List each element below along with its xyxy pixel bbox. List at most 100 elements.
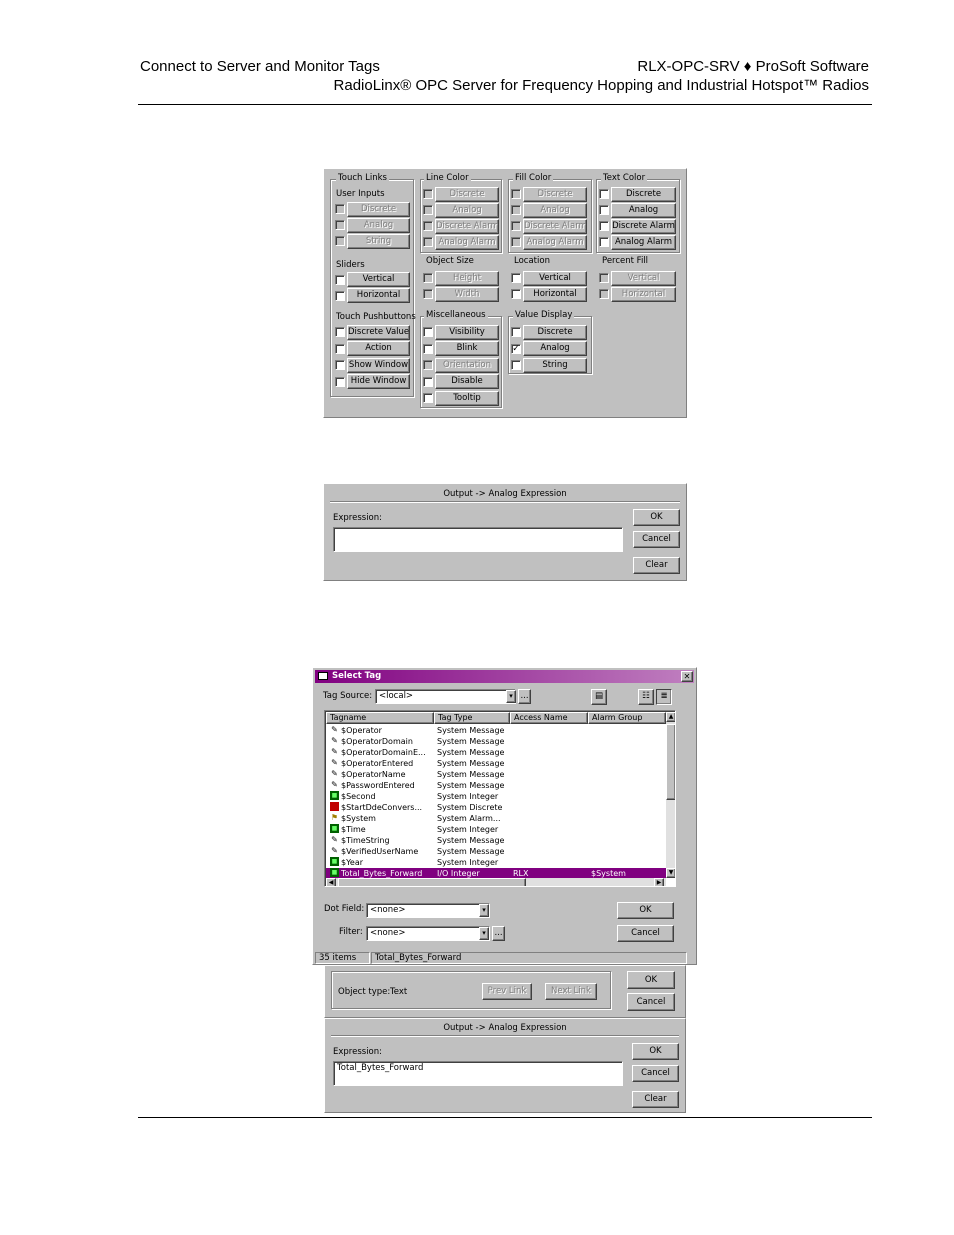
mi-orientation-checkbox[interactable] [423,360,433,370]
details-view-icon[interactable]: ≣ [656,689,672,705]
vd-string-button[interactable]: String [523,358,587,373]
ui-discrete-button[interactable]: Discrete [347,202,410,217]
hscroll-thumb[interactable] [338,878,526,886]
select-tag-cancel-button[interactable]: Cancel [617,925,674,942]
chevron-down-icon[interactable]: ▾ [479,904,489,917]
lc-analog-alarm-button[interactable]: Analog Alarm [435,235,499,250]
tc-analog-alarm-checkbox[interactable] [599,237,609,247]
lc-analog-checkbox[interactable] [423,205,433,215]
dot-field-select[interactable]: <none> [366,903,490,918]
list-view-icon[interactable]: ☷ [638,689,654,705]
clear-button[interactable]: Clear [632,1091,679,1108]
table-row[interactable]: ■ $Second System Integer [326,791,666,802]
tc-analog-alarm-button[interactable]: Analog Alarm [611,235,676,250]
vertical-scrollbar[interactable]: ▲ ▼ [666,712,675,878]
column-tag-type[interactable]: Tag Type [434,712,510,724]
ui-analog-button[interactable]: Analog [347,218,410,233]
lc-discrete-checkbox[interactable] [423,189,433,199]
vd-string-checkbox[interactable] [511,360,521,370]
lo-vertical-checkbox[interactable] [511,273,521,283]
table-row[interactable]: ■ $Time System Integer [326,824,666,835]
next-link-button[interactable]: Next Link [545,983,597,1000]
fc-analog-alarm-checkbox[interactable] [511,237,521,247]
clear-button[interactable]: Clear [633,557,680,574]
fc-discrete-alarm-checkbox[interactable] [511,221,521,231]
table-row[interactable]: ✎ $PasswordEntered System Message [326,780,666,791]
lo-horizontal-checkbox[interactable] [511,289,521,299]
scroll-right-icon[interactable]: ▶ [654,878,664,886]
cancel-button[interactable]: Cancel [632,1065,679,1082]
pf-vertical-checkbox[interactable] [599,273,609,283]
os-height-button[interactable]: Height [435,271,499,286]
fc-analog-button[interactable]: Analog [523,203,587,218]
tag-source-select[interactable]: <local> [375,689,516,704]
vd-discrete-checkbox[interactable] [511,327,521,337]
lo-vertical-button[interactable]: Vertical [523,271,587,286]
close-icon[interactable]: ✕ [681,671,693,682]
lc-discrete-alarm-button[interactable]: Discrete Alarm [435,219,499,234]
fc-discrete-button[interactable]: Discrete [523,187,587,202]
scroll-up-icon[interactable]: ▲ [666,712,675,722]
fc-discrete-checkbox[interactable] [511,189,521,199]
link-ok-button[interactable]: OK [627,971,675,989]
mi-visibility-checkbox[interactable] [423,327,433,337]
ok-button[interactable]: OK [632,1043,679,1060]
tc-analog-checkbox[interactable] [599,205,609,215]
tp-action-checkbox[interactable] [335,344,345,354]
expression-input[interactable] [333,527,623,552]
chevron-down-icon[interactable]: ▾ [506,690,516,703]
table-row[interactable]: ✎ $OperatorDomainE... System Message [326,747,666,758]
pf-horizontal-button[interactable]: Horizontal [611,287,676,302]
horizontal-scrollbar[interactable]: ◀ ▶ [326,878,666,886]
cancel-button[interactable]: Cancel [633,531,680,548]
scroll-thumb[interactable] [666,724,675,800]
column-access-name[interactable]: Access Name [510,712,588,724]
table-row[interactable]: $StartDdeConvers... System Discrete [326,802,666,813]
ok-button[interactable]: OK [633,509,680,526]
tag-list-table[interactable]: Tagname Tag Type Access Name Alarm Group… [324,710,676,887]
pf-vertical-button[interactable]: Vertical [611,271,676,286]
link-cancel-button[interactable]: Cancel [627,993,675,1011]
os-width-checkbox[interactable] [423,289,433,299]
mi-blink-button[interactable]: Blink [435,341,499,356]
tc-discrete-button[interactable]: Discrete [611,187,676,202]
tp-action-button[interactable]: Action [347,341,410,356]
tag-browser-icon[interactable]: ▤ [591,689,607,705]
fc-analog-checkbox[interactable] [511,205,521,215]
scroll-left-icon[interactable]: ◀ [326,878,336,886]
prev-link-button[interactable]: Prev Link [482,983,532,1000]
expression-input[interactable]: Total_Bytes_Forward [333,1061,623,1086]
ui-string-button[interactable]: String [347,234,410,249]
table-row[interactable]: ✎ $TimeString System Message [326,835,666,846]
table-row[interactable]: ✎ $OperatorEntered System Message [326,758,666,769]
sl-vertical-button[interactable]: Vertical [347,272,410,287]
vd-discrete-button[interactable]: Discrete [523,325,587,340]
ui-string-checkbox[interactable] [335,236,345,246]
table-row[interactable]: ✎ $VerifiedUserName System Message [326,846,666,857]
mi-disable-button[interactable]: Disable [435,374,499,389]
mi-disable-checkbox[interactable] [423,377,433,387]
tp-discrete-value-button[interactable]: Discrete Value [347,325,410,340]
filter-select[interactable]: <none> [366,926,490,941]
tc-discrete-alarm-button[interactable]: Discrete Alarm [611,219,676,234]
mi-visibility-button[interactable]: Visibility [435,325,499,340]
chevron-down-icon[interactable]: ▾ [479,927,489,940]
lc-analog-button[interactable]: Analog [435,203,499,218]
tc-discrete-alarm-checkbox[interactable] [599,221,609,231]
mi-blink-checkbox[interactable] [423,344,433,354]
sl-horizontal-checkbox[interactable] [335,291,345,301]
mi-tooltip-checkbox[interactable] [423,393,433,403]
sl-horizontal-button[interactable]: Horizontal [347,288,410,303]
lo-horizontal-button[interactable]: Horizontal [523,287,587,302]
vd-analog-button[interactable]: Analog [523,341,587,356]
table-row[interactable]: ✎ $Operator System Message [326,725,666,736]
lc-discrete-button[interactable]: Discrete [435,187,499,202]
os-height-checkbox[interactable] [423,273,433,283]
mi-tooltip-button[interactable]: Tooltip [435,391,499,406]
tag-source-browse-button[interactable]: ... [518,689,531,704]
tp-show-window-button[interactable]: Show Window [347,358,410,373]
tc-analog-button[interactable]: Analog [611,203,676,218]
tp-discrete-value-checkbox[interactable] [335,327,345,337]
ui-analog-checkbox[interactable] [335,220,345,230]
filter-browse-button[interactable]: ... [492,926,505,941]
